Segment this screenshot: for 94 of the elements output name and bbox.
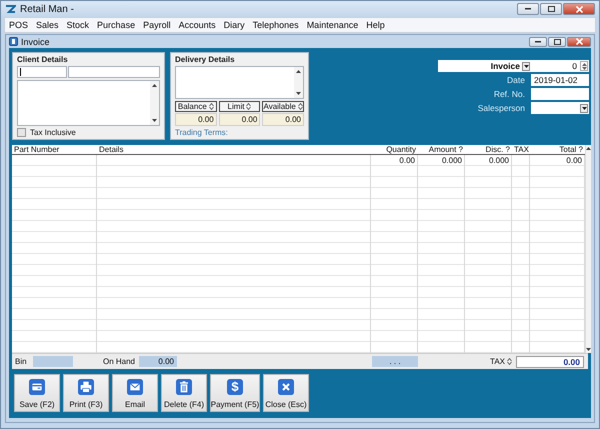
maximize-button[interactable] <box>548 36 566 46</box>
panel-title: Client Details <box>17 55 69 64</box>
close-button[interactable] <box>563 3 595 15</box>
field-label: Ref. No. <box>492 88 526 100</box>
checkbox[interactable] <box>17 128 26 137</box>
document-type-dropdown[interactable]: Invoice <box>438 60 531 72</box>
maximize-icon <box>548 6 554 12</box>
scroll-down-icon[interactable] <box>582 66 586 70</box>
column-header[interactable]: Amount ? <box>418 145 465 154</box>
status-field: . . . <box>372 356 418 367</box>
client-address-field[interactable] <box>17 80 160 126</box>
client-name-field[interactable] <box>68 66 160 78</box>
menu-item[interactable]: Diary <box>220 20 249 30</box>
app-logo-icon <box>5 4 16 14</box>
trash-icon <box>176 379 192 395</box>
document-icon <box>9 37 18 46</box>
scroll-down-icon[interactable] <box>296 92 301 95</box>
sort-icon <box>246 103 252 110</box>
column-header[interactable]: TAX <box>512 145 530 154</box>
printer-icon <box>78 379 94 395</box>
delete-button[interactable]: Delete (F4) <box>161 374 207 412</box>
minimize-button[interactable] <box>517 3 539 15</box>
total-field: 0.00 <box>516 356 584 368</box>
window-title: Retail Man - <box>20 4 75 14</box>
menu-item[interactable]: Sales <box>32 20 63 30</box>
column-header[interactable]: Balance <box>175 101 217 112</box>
checkbox-label: Tax Inclusive <box>30 128 76 137</box>
menu-item[interactable]: POS <box>5 20 32 30</box>
table-cell: 0.000 <box>488 156 509 165</box>
close-icon <box>278 379 294 395</box>
dropdown-field[interactable] <box>531 102 589 114</box>
minimize-button[interactable] <box>529 36 547 46</box>
balance-value: 0.00 <box>175 113 217 126</box>
scroll-up-icon[interactable] <box>582 62 586 66</box>
table-cell: 0.00 <box>399 156 415 165</box>
menu-item[interactable]: Help <box>362 20 389 30</box>
document-title: Invoice <box>21 36 51 46</box>
sort-icon <box>208 103 214 110</box>
table-cell: 0.00 <box>566 156 582 165</box>
input-field[interactable] <box>531 88 589 100</box>
column-header[interactable]: Total ? <box>530 145 585 154</box>
column-header[interactable]: Quantity <box>371 145 418 154</box>
caret-icon <box>524 64 528 68</box>
column-header[interactable]: Limit <box>218 101 260 112</box>
maximize-icon <box>554 38 560 44</box>
print-button[interactable]: Print (F3) <box>63 374 109 412</box>
close-button[interactable]: Close (Esc) <box>263 374 309 412</box>
save-button[interactable]: Save (F2) <box>14 374 60 412</box>
document-number-field[interactable]: 0 <box>531 60 589 72</box>
balance-value: 0.00 <box>218 113 260 126</box>
on-hand-field: 0.00 <box>139 356 177 367</box>
card-icon <box>29 379 45 395</box>
column-header[interactable]: Part Number <box>12 145 97 154</box>
table-cell: 0.000 <box>442 156 462 165</box>
field-label: Salesperson <box>476 102 526 114</box>
scroll-up-icon[interactable] <box>296 70 301 73</box>
menu-item[interactable]: Maintenance <box>302 20 362 30</box>
bin-label: Bin <box>14 357 28 366</box>
menu-item[interactable]: Purchase <box>93 20 140 30</box>
minimize-icon <box>525 8 531 10</box>
trading-terms-label: Trading Terms: <box>175 128 229 137</box>
delivery-address-field[interactable] <box>175 66 304 99</box>
field-label: Date <box>506 74 526 86</box>
scroll-up-icon[interactable] <box>152 84 157 87</box>
scroll-up-icon[interactable] <box>586 147 591 150</box>
scroll-down-icon[interactable] <box>586 348 591 351</box>
on-hand-label: On Hand <box>102 357 136 366</box>
close-icon <box>576 38 582 45</box>
payment-button[interactable]: $ Payment (F5) <box>210 374 260 412</box>
envelope-icon <box>127 379 143 395</box>
bin-field <box>33 356 73 367</box>
menu-item[interactable]: Accounts <box>174 20 220 30</box>
column-header[interactable]: Disc. ? <box>465 145 512 154</box>
panel-title: Delivery Details <box>175 55 236 64</box>
close-button[interactable] <box>567 36 591 46</box>
menu-item[interactable]: Telephones <box>248 20 303 30</box>
sort-icon <box>298 103 303 110</box>
close-icon <box>576 6 582 12</box>
menu-item[interactable]: Payroll <box>139 20 175 30</box>
sort-icon <box>507 358 512 365</box>
dollar-icon: $ <box>227 379 243 395</box>
email-button[interactable]: Email <box>112 374 158 412</box>
balance-value: 0.00 <box>262 113 304 126</box>
input-field[interactable]: 2019-01-02 <box>531 74 589 86</box>
client-code-field[interactable] <box>17 66 67 78</box>
minimize-icon <box>535 40 541 42</box>
scroll-down-icon[interactable] <box>152 119 157 122</box>
text-cursor-icon <box>20 68 21 76</box>
column-header[interactable]: Details <box>97 145 371 154</box>
caret-icon <box>582 106 586 110</box>
menu-item[interactable]: Stock <box>62 20 94 30</box>
column-header[interactable]: Available <box>262 101 304 112</box>
maximize-button[interactable] <box>540 3 562 15</box>
tax-label: TAX <box>490 357 505 366</box>
